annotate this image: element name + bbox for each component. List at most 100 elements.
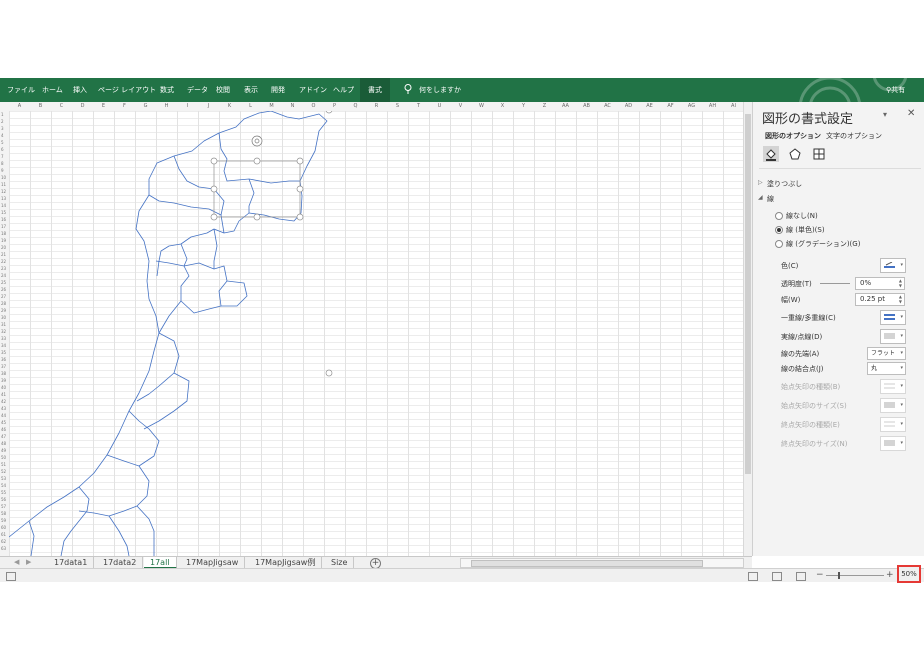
collapse-line-icon[interactable]: ◢ <box>758 194 763 201</box>
column-header[interactable]: A <box>9 103 30 109</box>
row-header[interactable]: 3 <box>1 125 4 132</box>
column-header[interactable]: B <box>30 103 51 109</box>
next-sheet-icon[interactable]: ▶ <box>26 558 31 566</box>
vertical-scroll-thumb[interactable] <box>745 114 751 474</box>
column-header[interactable]: E <box>93 103 114 109</box>
column-header[interactable]: Q <box>345 103 366 109</box>
tab-home[interactable]: ホーム <box>42 85 63 95</box>
horizontal-scroll-thumb[interactable] <box>471 560 703 567</box>
column-header[interactable]: AG <box>681 103 702 109</box>
tab-format[interactable]: 書式 <box>360 78 390 102</box>
tab-help[interactable]: ヘルプ <box>333 85 354 95</box>
column-header[interactable]: I <box>177 103 198 109</box>
row-header[interactable]: 36 <box>1 356 6 363</box>
row-header[interactable]: 17 <box>1 223 6 230</box>
row-header[interactable]: 29 <box>1 307 6 314</box>
column-header[interactable]: H <box>156 103 177 109</box>
effects-icon[interactable] <box>787 146 803 162</box>
row-header[interactable]: 2 <box>1 118 4 125</box>
row-header[interactable]: 50 <box>1 454 6 461</box>
row-header[interactable]: 56 <box>1 496 6 503</box>
column-header[interactable]: N <box>282 103 303 109</box>
row-header[interactable]: 10 <box>1 174 6 181</box>
column-header[interactable]: T <box>408 103 429 109</box>
row-header[interactable]: 62 <box>1 538 6 545</box>
vertical-scrollbar[interactable] <box>743 102 752 556</box>
row-header[interactable]: 39 <box>1 377 6 384</box>
row-header[interactable]: 40 <box>1 384 6 391</box>
row-header[interactable]: 9 <box>1 167 4 174</box>
column-header[interactable]: AI <box>723 103 744 109</box>
row-header[interactable]: 21 <box>1 251 6 258</box>
page-layout-view-icon[interactable] <box>772 572 782 581</box>
column-header[interactable]: V <box>450 103 471 109</box>
row-header[interactable]: 6 <box>1 146 4 153</box>
column-header[interactable]: AF <box>660 103 681 109</box>
zoom-slider[interactable] <box>826 575 884 576</box>
row-header[interactable]: 27 <box>1 293 6 300</box>
size-properties-icon[interactable] <box>811 146 827 162</box>
row-header[interactable]: 11 <box>1 181 6 188</box>
row-header[interactable]: 48 <box>1 440 6 447</box>
tab-review[interactable]: 校閲 <box>216 85 230 95</box>
radio-solid-line[interactable] <box>775 226 783 234</box>
spinner-icon[interactable]: ▲ ▼ <box>895 294 902 304</box>
tab-formulas[interactable]: 数式 <box>160 85 174 95</box>
prev-sheet-icon[interactable]: ◀ <box>14 558 19 566</box>
row-header[interactable]: 52 <box>1 468 6 475</box>
tell-me-search[interactable]: 何をしますか <box>419 85 461 95</box>
spinner-icon[interactable]: ▲ ▼ <box>895 278 902 288</box>
row-header[interactable]: 20 <box>1 244 6 251</box>
row-header[interactable]: 19 <box>1 237 6 244</box>
tab-file[interactable]: ファイル <box>7 85 35 95</box>
tab-addins[interactable]: アドイン <box>299 85 327 95</box>
row-header[interactable]: 4 <box>1 132 4 139</box>
row-header[interactable]: 1 <box>1 111 4 118</box>
row-header[interactable]: 26 <box>1 286 6 293</box>
column-header[interactable]: AB <box>576 103 597 109</box>
row-header[interactable]: 60 <box>1 524 6 531</box>
radio-no-line[interactable] <box>775 212 783 220</box>
map-shape[interactable] <box>9 111 743 556</box>
row-header[interactable]: 14 <box>1 202 6 209</box>
column-header[interactable]: J <box>198 103 219 109</box>
row-header[interactable]: 58 <box>1 510 6 517</box>
row-header[interactable]: 13 <box>1 195 6 202</box>
column-header[interactable]: S <box>387 103 408 109</box>
tab-text-options[interactable]: 文字のオプション <box>826 131 882 141</box>
column-header[interactable]: W <box>471 103 492 109</box>
horizontal-scrollbar[interactable] <box>460 558 744 568</box>
row-header[interactable]: 49 <box>1 447 6 454</box>
row-header[interactable]: 33 <box>1 335 6 342</box>
column-header[interactable]: X <box>492 103 513 109</box>
close-icon[interactable]: ✕ <box>907 108 915 119</box>
radio-gradient-line[interactable] <box>775 240 783 248</box>
row-header[interactable]: 35 <box>1 349 6 356</box>
tab-developer[interactable]: 開発 <box>271 85 285 95</box>
section-fill[interactable]: 塗りつぶし <box>767 179 802 189</box>
tab-insert[interactable]: 挿入 <box>73 85 87 95</box>
tab-shape-options[interactable]: 図形のオプション <box>765 131 821 141</box>
column-header[interactable]: P <box>324 103 345 109</box>
row-header[interactable]: 44 <box>1 412 6 419</box>
row-header[interactable]: 59 <box>1 517 6 524</box>
zoom-out-icon[interactable]: − <box>816 570 824 580</box>
row-header[interactable]: 5 <box>1 139 4 146</box>
row-header[interactable]: 54 <box>1 482 6 489</box>
row-header[interactable]: 18 <box>1 230 6 237</box>
column-header[interactable]: D <box>72 103 93 109</box>
row-header[interactable]: 31 <box>1 321 6 328</box>
row-header[interactable]: 15 <box>1 209 6 216</box>
row-header[interactable]: 63 <box>1 545 6 552</box>
column-header[interactable]: L <box>240 103 261 109</box>
row-header[interactable]: 45 <box>1 419 6 426</box>
transparency-input[interactable]: 0% ▲ ▼ <box>855 277 905 290</box>
column-header[interactable]: AE <box>639 103 660 109</box>
row-header[interactable]: 37 <box>1 363 6 370</box>
row-header[interactable]: 42 <box>1 398 6 405</box>
row-header[interactable]: 46 <box>1 426 6 433</box>
row-header[interactable]: 38 <box>1 370 6 377</box>
section-line[interactable]: 線 <box>767 194 774 204</box>
expand-fill-icon[interactable]: ▷ <box>758 179 763 186</box>
column-header[interactable]: F <box>114 103 135 109</box>
